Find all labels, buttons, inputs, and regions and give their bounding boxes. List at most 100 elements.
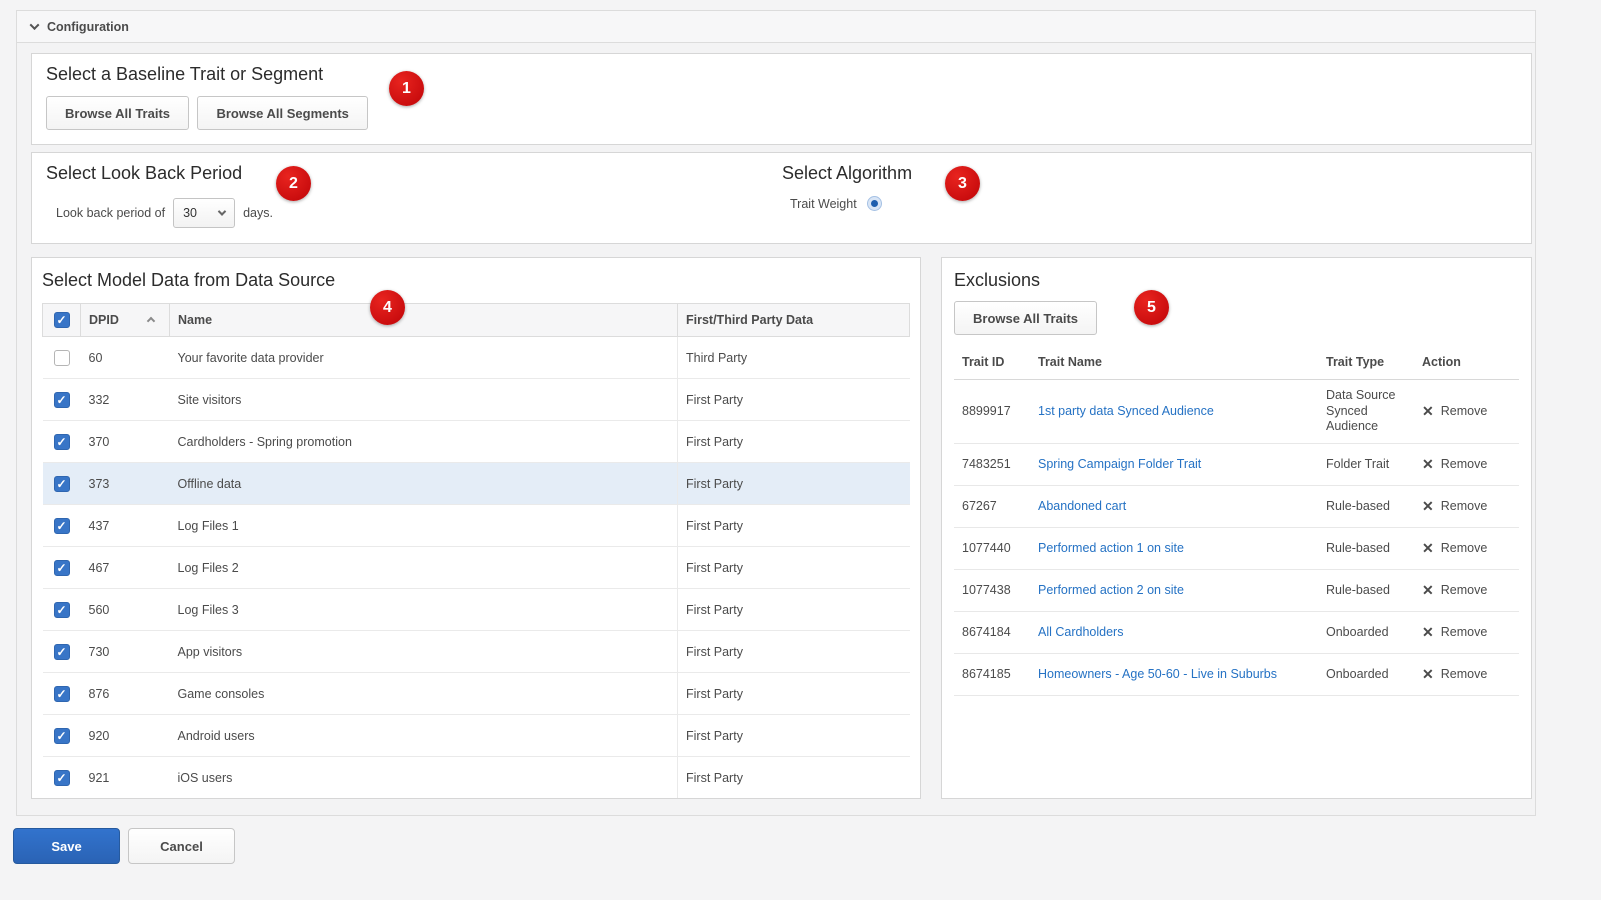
row-checkbox[interactable]: [54, 518, 70, 534]
data-source-row[interactable]: 920 Android users First Party: [43, 715, 910, 757]
trait-type-cell: Onboarded: [1318, 611, 1414, 653]
remove-button[interactable]: ✕ Remove: [1422, 499, 1487, 513]
annotation-badge-2: 2: [276, 166, 311, 201]
remove-label: Remove: [1441, 404, 1488, 418]
browse-all-traits-button[interactable]: Browse All Traits: [46, 96, 189, 130]
configuration-accordion-header[interactable]: Configuration: [17, 11, 1535, 43]
dpid-cell: 876: [81, 673, 170, 715]
data-source-row[interactable]: 730 App visitors First Party: [43, 631, 910, 673]
algorithm-block: Select Algorithm Trait Weight: [782, 163, 912, 211]
data-source-row[interactable]: 467 Log Files 2 First Party: [43, 547, 910, 589]
configuration-page: Configuration Select a Baseline Trait or…: [0, 0, 1601, 900]
party-cell: First Party: [678, 631, 910, 673]
trait-id-cell: 67267: [954, 485, 1030, 527]
row-checkbox[interactable]: [54, 560, 70, 576]
row-checkbox[interactable]: [54, 770, 70, 786]
column-header-party[interactable]: First/Third Party Data: [678, 304, 910, 337]
trait-id-cell: 8674185: [954, 653, 1030, 695]
column-header-trait-id: Trait ID: [954, 349, 1030, 380]
data-source-row[interactable]: 60 Your favorite data provider Third Par…: [43, 337, 910, 379]
select-all-header-cell: [43, 304, 81, 337]
name-cell: Android users: [170, 715, 678, 757]
row-checkbox-cell: [43, 631, 81, 673]
party-cell: First Party: [678, 757, 910, 799]
column-header-trait-name: Trait Name: [1030, 349, 1318, 380]
trait-id-cell: 8899917: [954, 380, 1030, 444]
name-cell: iOS users: [170, 757, 678, 799]
action-cell: ✕ Remove: [1414, 380, 1519, 444]
data-source-row[interactable]: 437 Log Files 1 First Party: [43, 505, 910, 547]
exclusion-row: 1077440 Performed action 1 on site Rule-…: [954, 527, 1519, 569]
exclusions-browse-all-traits-button[interactable]: Browse All Traits: [954, 301, 1097, 335]
remove-button[interactable]: ✕ Remove: [1422, 541, 1487, 555]
data-source-row[interactable]: 370 Cardholders - Spring promotion First…: [43, 421, 910, 463]
party-cell: First Party: [678, 715, 910, 757]
remove-button[interactable]: ✕ Remove: [1422, 667, 1487, 681]
column-header-name[interactable]: Name: [170, 304, 678, 337]
lookback-suffix-label: days.: [243, 206, 273, 220]
row-checkbox[interactable]: [54, 602, 70, 618]
trait-name-cell: Spring Campaign Folder Trait: [1030, 443, 1318, 485]
lookback-selected-value: 30: [183, 206, 197, 220]
row-checkbox-cell: [43, 505, 81, 547]
annotation-badge-5: 5: [1134, 290, 1169, 325]
remove-button[interactable]: ✕ Remove: [1422, 583, 1487, 597]
model-data-table: DPID Name First/Third Party Data: [42, 303, 910, 799]
row-checkbox[interactable]: [54, 686, 70, 702]
row-checkbox[interactable]: [54, 434, 70, 450]
dpid-cell: 60: [81, 337, 170, 379]
party-cell: First Party: [678, 505, 910, 547]
trait-name-link[interactable]: Performed action 1 on site: [1038, 541, 1184, 555]
party-cell: First Party: [678, 589, 910, 631]
trait-type-cell: Rule-based: [1318, 527, 1414, 569]
party-cell: First Party: [678, 421, 910, 463]
trait-type-cell: Data Source Synced Audience: [1318, 380, 1414, 444]
name-cell: Offline data: [170, 463, 678, 505]
cancel-button[interactable]: Cancel: [128, 828, 235, 864]
remove-label: Remove: [1441, 499, 1488, 513]
trait-name-link[interactable]: Spring Campaign Folder Trait: [1038, 457, 1201, 471]
lookback-period-select[interactable]: 30: [173, 198, 235, 228]
remove-button[interactable]: ✕ Remove: [1422, 625, 1487, 639]
exclusion-row: 67267 Abandoned cart Rule-based ✕ Remove: [954, 485, 1519, 527]
algorithm-row: Trait Weight: [790, 196, 912, 211]
data-source-row[interactable]: 373 Offline data First Party: [43, 463, 910, 505]
save-button[interactable]: Save: [13, 828, 120, 864]
browse-all-segments-button[interactable]: Browse All Segments: [197, 96, 367, 130]
row-checkbox[interactable]: [54, 392, 70, 408]
select-all-checkbox[interactable]: [54, 312, 70, 328]
trait-weight-radio[interactable]: [867, 196, 882, 211]
lookback-prefix-label: Look back period of: [56, 206, 165, 220]
trait-name-link[interactable]: 1st party data Synced Audience: [1038, 404, 1214, 418]
data-source-row[interactable]: 332 Site visitors First Party: [43, 379, 910, 421]
trait-type-text: Folder Trait: [1326, 457, 1389, 473]
dpid-cell: 920: [81, 715, 170, 757]
row-checkbox[interactable]: [54, 728, 70, 744]
baseline-buttons: Browse All Traits Browse All Segments: [46, 96, 1517, 130]
trait-name-link[interactable]: Abandoned cart: [1038, 499, 1126, 513]
action-cell: ✕ Remove: [1414, 527, 1519, 569]
name-cell: Cardholders - Spring promotion: [170, 421, 678, 463]
trait-name-cell: Performed action 2 on site: [1030, 569, 1318, 611]
row-checkbox-cell: [43, 715, 81, 757]
dpid-cell: 467: [81, 547, 170, 589]
data-source-row[interactable]: 876 Game consoles First Party: [43, 673, 910, 715]
name-cell: Your favorite data provider: [170, 337, 678, 379]
exclusion-row: 8899917 1st party data Synced Audience D…: [954, 380, 1519, 444]
trait-name-link[interactable]: All Cardholders: [1038, 625, 1123, 639]
row-checkbox[interactable]: [54, 644, 70, 660]
trait-id-cell: 8674184: [954, 611, 1030, 653]
row-checkbox[interactable]: [54, 350, 70, 366]
trait-name-link[interactable]: Performed action 2 on site: [1038, 583, 1184, 597]
column-header-action: Action: [1414, 349, 1519, 380]
remove-button[interactable]: ✕ Remove: [1422, 404, 1487, 418]
dpid-cell: 370: [81, 421, 170, 463]
trait-name-link[interactable]: Homeowners - Age 50-60 - Live in Suburbs: [1038, 667, 1277, 681]
trait-name-cell: All Cardholders: [1030, 611, 1318, 653]
data-source-row[interactable]: 921 iOS users First Party: [43, 757, 910, 799]
data-source-row[interactable]: 560 Log Files 3 First Party: [43, 589, 910, 631]
trait-type-text: Onboarded: [1326, 667, 1389, 683]
row-checkbox[interactable]: [54, 476, 70, 492]
column-header-dpid[interactable]: DPID: [81, 304, 170, 337]
remove-button[interactable]: ✕ Remove: [1422, 457, 1487, 471]
